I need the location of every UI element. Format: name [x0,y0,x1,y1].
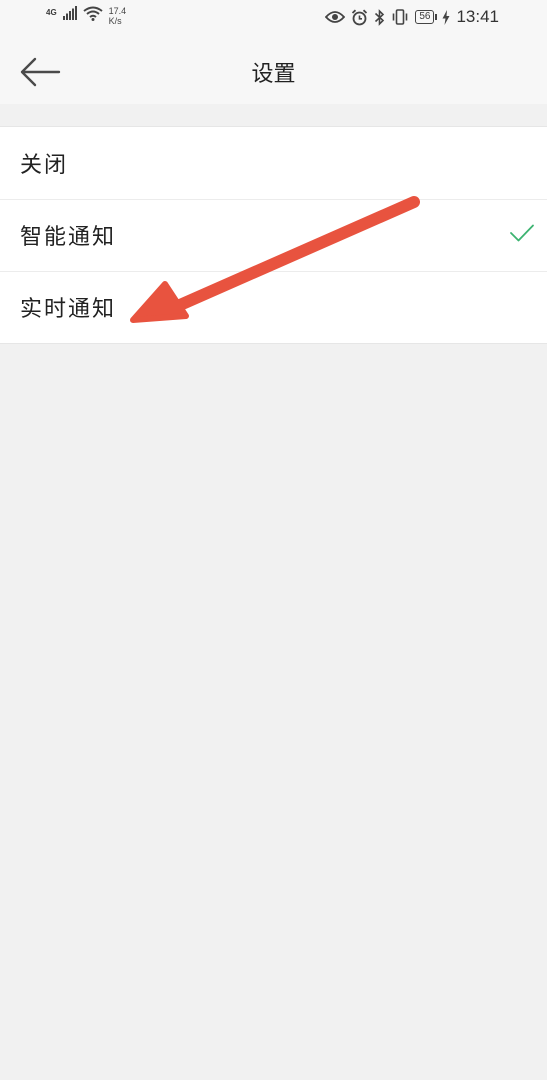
status-time: 13:41 [456,7,499,26]
status-right: 56 13:41 [325,7,499,27]
option-label: 关闭 [20,153,69,178]
navigation-bar: 设置 [0,38,547,104]
status-bar: 4G 17.4 K/s 56 13:41 [0,0,547,38]
status-left: 4G 17.4 K/s [46,6,126,26]
charging-icon [442,9,450,25]
signal-icon [62,6,77,20]
option-label: 实时通知 [20,297,117,322]
wifi-icon [83,6,103,21]
alarm-icon [352,9,368,25]
option-close[interactable]: 关闭 [0,127,547,199]
vibrate-icon [393,9,408,25]
eye-icon [325,11,346,23]
option-smart-notification[interactable]: 智能通知 [0,199,547,271]
check-icon [510,224,534,242]
option-realtime-notification[interactable]: 实时通知 [0,271,547,343]
option-label: 智能通知 [20,225,117,250]
battery-icon: 56 [415,10,438,24]
network-speed: 17.4 K/s [109,6,127,26]
speed-value: 17.4 [108,6,127,16]
bluetooth-icon [375,8,385,26]
page-title: 设置 [251,62,296,87]
network-type: 4G [46,8,57,17]
speed-unit: K/s [108,16,122,26]
notification-options-list: 关闭 智能通知 实时通知 [0,126,547,344]
